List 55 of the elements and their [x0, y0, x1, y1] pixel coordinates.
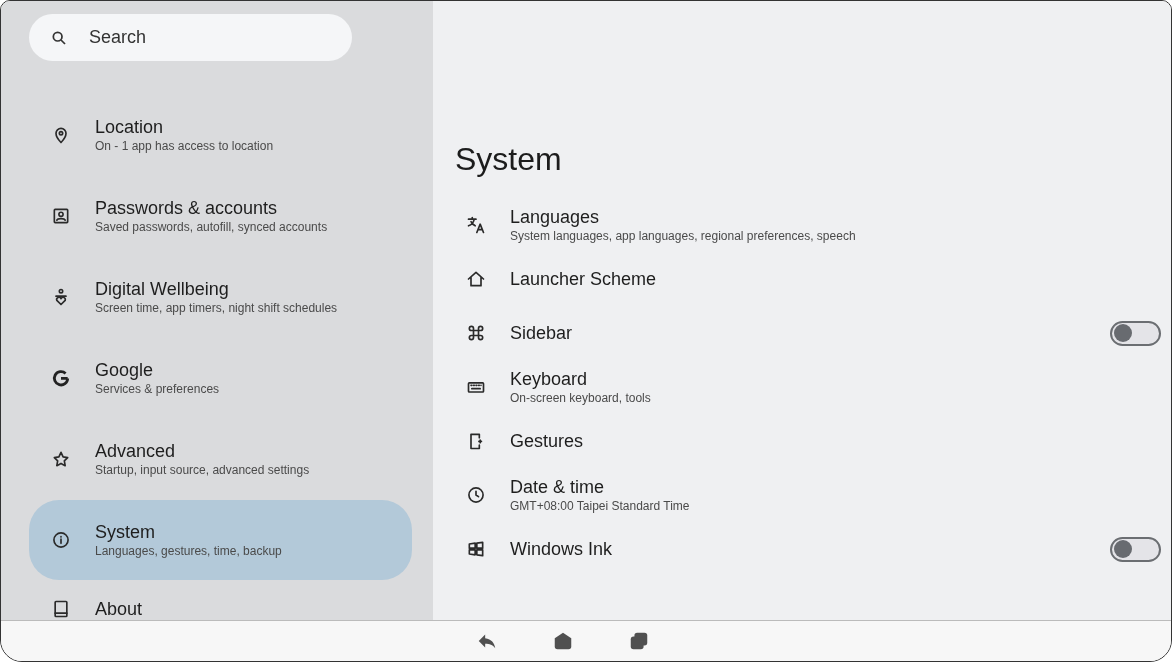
item-title: Passwords & accounts: [95, 197, 279, 219]
sidebar-item[interactable]: Digital Wellbeing Screen time, app timers, night shift schedules: [29, 257, 412, 337]
windows-logo-icon: [466, 539, 486, 559]
settings-row[interactable]: Launcher Scheme: [455, 257, 1161, 301]
item-title: Location: [95, 116, 165, 138]
toggle-switch[interactable]: [1110, 320, 1161, 346]
sidebar-item[interactable]: Passwords & accounts Saved passwords, autofill, synced accounts: [29, 176, 412, 256]
search-icon: [51, 29, 67, 46]
settings-row[interactable]: Windows Ink: [455, 527, 1161, 571]
item-title: Digital Wellbeing: [95, 278, 230, 300]
item-subtitle: Startup, input source, advanced settings: [95, 462, 310, 478]
item-subtitle: Screen time, app timers, night shift schedules: [95, 300, 338, 316]
item-subtitle: Saved passwords, autofill, synced accounts: [95, 219, 328, 235]
row-title: Keyboard: [510, 368, 589, 390]
sidebar-item[interactable]: System Languages, gestures, time, backup: [29, 500, 412, 580]
search-input[interactable]: Search: [89, 24, 309, 51]
row-subtitle: System languages, app languages, regional preferences, speech: [510, 228, 857, 244]
info-icon: [51, 530, 71, 550]
item-subtitle: On - 1 app has access to location: [95, 138, 274, 154]
settings-row[interactable]: Date & time GMT+08:00 Taipei Standard Time: [455, 473, 1161, 517]
translate-icon: [466, 215, 486, 235]
sidebar-item[interactable]: Location On - 1 app has access to location: [29, 95, 412, 175]
item-title: About: [95, 598, 143, 620]
item-title: Advanced: [95, 440, 177, 462]
item-subtitle: Languages, gestures, time, backup: [95, 543, 282, 559]
google-g-icon: [51, 368, 71, 388]
row-title: Date & time: [510, 476, 606, 498]
tablet-icon: [51, 599, 71, 619]
settings-row[interactable]: Keyboard On-screen keyboard, tools: [455, 365, 1161, 409]
row-title: Windows Ink: [510, 538, 614, 560]
search-field[interactable]: Search: [29, 14, 352, 61]
row-title: Launcher Scheme: [510, 268, 658, 290]
row-subtitle: GMT+08:00 Taipei Standard Time: [510, 498, 691, 514]
star-icon: [51, 449, 71, 469]
item-title: Google: [95, 359, 155, 381]
row-title: Sidebar: [510, 322, 574, 344]
command-key-icon: [466, 323, 486, 343]
item-title: System: [95, 521, 156, 543]
sidebar-item[interactable]: About: [29, 581, 412, 620]
recent-apps-icon[interactable]: [628, 630, 650, 652]
sidebar-item[interactable]: Advanced Startup, input source, advanced settings: [29, 419, 412, 499]
settings-row[interactable]: Gestures: [455, 419, 1161, 463]
toggle-switch[interactable]: [1110, 536, 1161, 562]
clock-icon: [466, 485, 486, 505]
settings-row[interactable]: Sidebar: [455, 311, 1161, 355]
house-outline-icon: [466, 269, 486, 289]
settings-row[interactable]: Languages System languages, app languages, regional preferences, speech: [455, 203, 1161, 247]
item-subtitle: Services & preferences: [95, 381, 220, 397]
row-title: Gestures: [510, 430, 585, 452]
contact-card-icon: [51, 206, 71, 226]
sidebar-item[interactable]: Google Services & preferences: [29, 338, 412, 418]
page-title: System: [455, 140, 563, 179]
home-icon[interactable]: [552, 630, 574, 652]
row-title: Languages: [510, 206, 601, 228]
row-subtitle: On-screen keyboard, tools: [510, 390, 652, 406]
